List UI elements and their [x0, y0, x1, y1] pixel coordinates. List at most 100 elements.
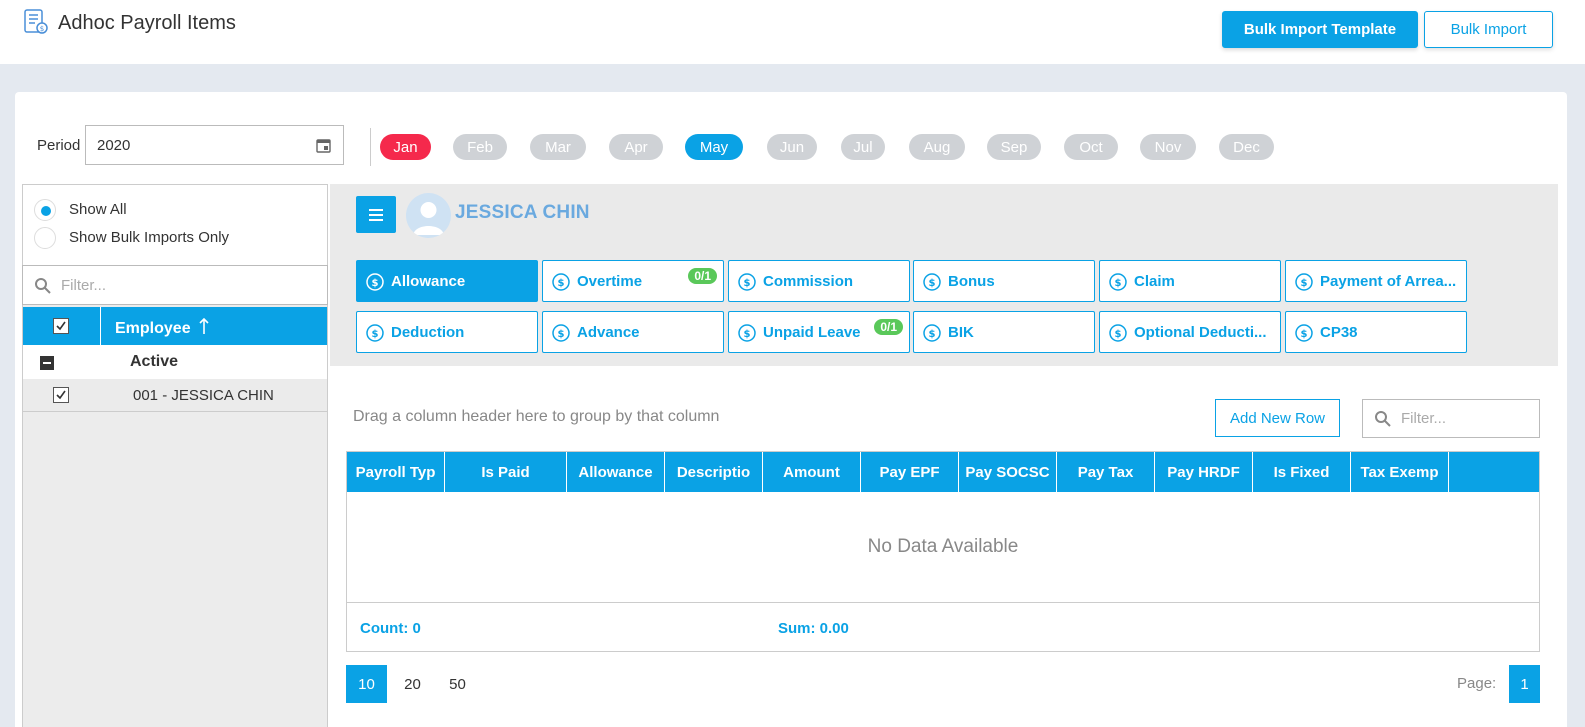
tab-optional-deduction[interactable]: $ Optional Deducti... — [1099, 311, 1281, 353]
tab-label: Bonus — [948, 272, 995, 290]
tab-label: Optional Deducti... — [1134, 323, 1267, 341]
top-bar: $ Adhoc Payroll Items Bulk Import Templa… — [0, 0, 1585, 64]
avatar — [406, 193, 451, 238]
count-badge: 0/1 — [874, 319, 903, 335]
employee-row[interactable]: 001 - JESSICA CHIN — [23, 379, 327, 412]
page-number-button[interactable]: 1 — [1509, 665, 1540, 703]
tab-label: Allowance — [391, 272, 466, 290]
grid-filter-placeholder: Filter... — [1401, 410, 1447, 427]
period-divider — [370, 128, 371, 166]
add-new-row-button[interactable]: Add New Row — [1215, 399, 1340, 437]
month-nov-button[interactable]: Nov — [1140, 134, 1196, 160]
employee-row-label: 001 - JESSICA CHIN — [133, 387, 274, 404]
collapse-icon[interactable] — [40, 356, 54, 370]
month-jan-button[interactable]: Jan — [380, 134, 431, 160]
grid-filter-input[interactable]: Filter... — [1362, 399, 1540, 438]
month-apr-button[interactable]: Apr — [609, 134, 663, 160]
group-label: Active — [130, 353, 179, 370]
month-dec-button[interactable]: Dec — [1219, 134, 1274, 160]
employee-header: Employee — [23, 307, 327, 345]
svg-text:$: $ — [1301, 278, 1308, 289]
month-jul-button[interactable]: Jul — [841, 134, 885, 160]
bulk-import-button[interactable]: Bulk Import — [1424, 11, 1553, 48]
tab-deduction[interactable]: $ Deduction — [356, 311, 538, 353]
optional-deduction-icon: $ — [1109, 324, 1127, 342]
sort-ascending-icon — [199, 317, 209, 334]
tab-overtime[interactable]: $ Overtime 0/1 — [542, 260, 724, 302]
month-aug-button[interactable]: Aug — [909, 134, 965, 160]
column-header-4[interactable]: Amount — [763, 452, 861, 492]
sum-summary: Sum: 0.00 — [778, 620, 849, 637]
column-header-1[interactable]: Is Paid — [445, 452, 567, 492]
show-all-label: Show All — [69, 201, 127, 218]
svg-text:$: $ — [929, 278, 936, 289]
column-header-0[interactable]: Payroll Typ — [347, 452, 445, 492]
calendar-icon[interactable] — [316, 138, 331, 153]
page-size-10-button[interactable]: 10 — [346, 665, 387, 703]
month-feb-button[interactable]: Feb — [453, 134, 507, 160]
column-header-8[interactable]: Pay HRDF — [1155, 452, 1253, 492]
svg-text:$: $ — [744, 329, 751, 340]
month-jun-button[interactable]: Jun — [767, 134, 817, 160]
tab-bonus[interactable]: $ Bonus — [913, 260, 1095, 302]
employee-filter-placeholder: Filter... — [61, 276, 107, 294]
column-header-5[interactable]: Pay EPF — [861, 452, 959, 492]
employee-column-header[interactable]: Employee — [115, 317, 209, 338]
tab-claim[interactable]: $ Claim — [1099, 260, 1281, 302]
tab-label: Claim — [1134, 272, 1175, 290]
group-by-hint: Drag a column header here to group by th… — [353, 408, 720, 425]
svg-text:$: $ — [372, 329, 379, 340]
month-mar-button[interactable]: Mar — [530, 134, 586, 160]
column-header-9[interactable]: Is Fixed — [1253, 452, 1351, 492]
check-icon — [56, 390, 66, 400]
tab-unpaid-leave[interactable]: $ Unpaid Leave 0/1 — [728, 311, 910, 353]
page-label: Page: — [1457, 675, 1497, 692]
svg-text:$: $ — [744, 278, 751, 289]
svg-text:$: $ — [558, 329, 565, 340]
employee-checkbox[interactable] — [53, 387, 69, 403]
tab-label: Advance — [577, 323, 640, 341]
search-icon — [35, 278, 51, 294]
month-sep-button[interactable]: Sep — [987, 134, 1041, 160]
month-may-button[interactable]: May — [685, 134, 743, 160]
show-bulk-radio[interactable] — [34, 227, 56, 249]
column-header-10[interactable]: Tax Exemp — [1351, 452, 1449, 492]
svg-text:$: $ — [372, 278, 379, 289]
svg-text:$: $ — [929, 329, 936, 340]
claim-icon: $ — [1109, 273, 1127, 291]
tab-bik[interactable]: $ BIK — [913, 311, 1095, 353]
column-header-6[interactable]: Pay SOCSC — [959, 452, 1057, 492]
column-header-7[interactable]: Pay Tax — [1057, 452, 1155, 492]
bulk-import-template-button[interactable]: Bulk Import Template — [1222, 11, 1418, 48]
menu-button[interactable] — [356, 196, 396, 233]
show-all-radio[interactable] — [34, 199, 56, 221]
tab-label: Overtime — [577, 272, 643, 290]
svg-text:$: $ — [1301, 329, 1308, 340]
svg-text:$: $ — [40, 25, 44, 33]
column-header-3[interactable]: Descriptio — [665, 452, 763, 492]
tab-commission[interactable]: $ Commission — [728, 260, 910, 302]
month-oct-button[interactable]: Oct — [1064, 134, 1118, 160]
user-avatar-icon — [406, 193, 451, 238]
select-all-checkbox[interactable] — [53, 318, 69, 334]
group-row-active[interactable]: Active — [23, 345, 327, 379]
page-size-20-button[interactable]: 20 — [392, 665, 433, 703]
period-year-input[interactable]: 2020 — [85, 125, 344, 165]
tab-label: Deduction — [391, 323, 465, 341]
tab-label: Commission — [763, 272, 854, 290]
check-icon — [56, 321, 66, 331]
unpaid-leave-icon: $ — [738, 324, 756, 342]
tab-payment-arrears[interactable]: $ Payment of Arrea... — [1285, 260, 1467, 302]
payroll-list-icon: $ — [24, 9, 48, 34]
tab-advance[interactable]: $ Advance — [542, 311, 724, 353]
tab-label: CP38 — [1320, 323, 1358, 341]
page-size-50-button[interactable]: 50 — [437, 665, 478, 703]
grid-header: Payroll Typ Is Paid Allowance Descriptio Amo… — [347, 452, 1539, 492]
tab-allowance[interactable]: $ Allowance — [356, 260, 538, 302]
employee-header-label: Employee — [115, 320, 191, 337]
column-header-2[interactable]: Allowance — [567, 452, 665, 492]
search-icon — [1375, 411, 1391, 427]
tab-cp38[interactable]: $ CP38 — [1285, 311, 1467, 353]
overtime-icon: $ — [552, 273, 570, 291]
employee-filter-input[interactable]: Filter... — [22, 265, 328, 305]
